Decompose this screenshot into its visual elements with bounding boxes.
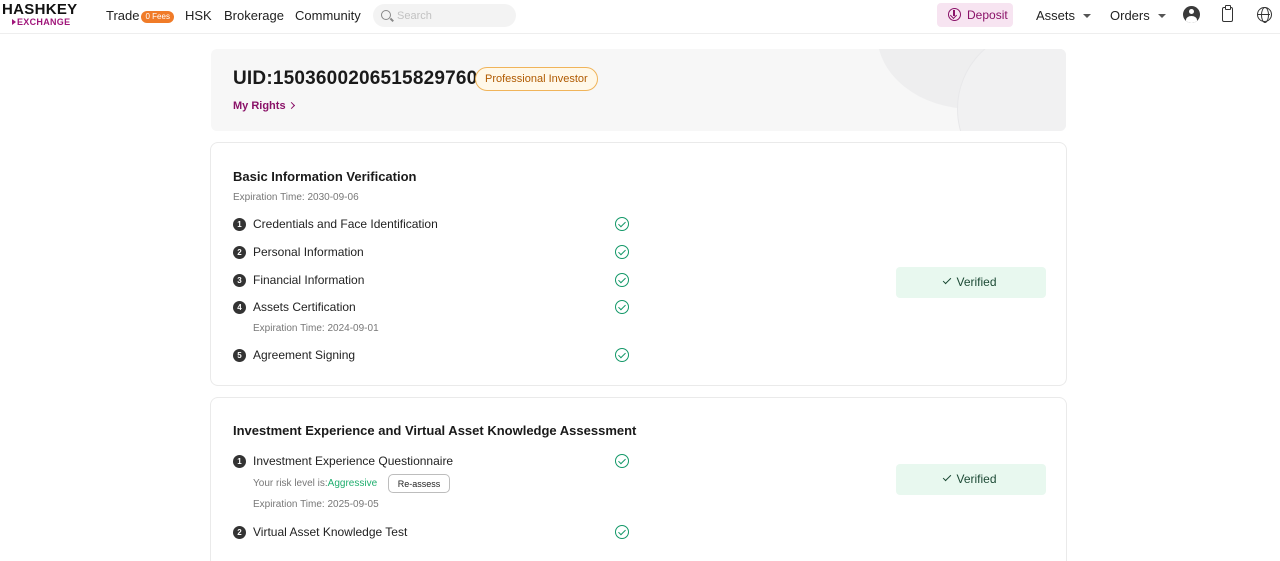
- nav-trade-label: Trade: [106, 8, 140, 23]
- check-circle-icon: [615, 217, 629, 231]
- step-label: Investment Experience Questionnaire: [253, 454, 454, 468]
- clipboard-icon[interactable]: [1222, 5, 1233, 22]
- verified-label: Verified: [956, 472, 997, 486]
- verified-status-badge: Verified: [896, 267, 1046, 298]
- step-label: Financial Information: [253, 273, 365, 287]
- nav-assets-dropdown[interactable]: Assets: [1036, 8, 1092, 24]
- nav-assets-label: Assets: [1036, 8, 1076, 23]
- verified-label: Verified: [956, 275, 997, 289]
- search-box[interactable]: [373, 4, 516, 27]
- step-number: 2: [233, 526, 246, 539]
- step-number: 1: [233, 218, 246, 231]
- expiration-time: Expiration Time: 2030-09-06: [233, 192, 359, 203]
- deposit-label: Deposit: [967, 8, 1008, 22]
- search-icon: [381, 10, 391, 20]
- decorative-circle: [957, 49, 1066, 131]
- step-number: 1: [233, 455, 246, 468]
- nav-community[interactable]: Community: [295, 8, 361, 24]
- reassess-button[interactable]: Re-assess: [388, 474, 450, 493]
- professional-investor-badge: Professional Investor: [475, 67, 598, 91]
- zero-fees-badge: 0 Fees: [141, 11, 174, 23]
- check-circle-icon: [615, 525, 629, 539]
- step-number: 4: [233, 301, 246, 314]
- logo-wordmark: HASHKEY: [2, 1, 78, 18]
- check-circle-icon: [615, 273, 629, 287]
- step-label: Personal Information: [253, 245, 364, 259]
- user-avatar-icon[interactable]: [1183, 6, 1200, 23]
- search-input[interactable]: [397, 7, 509, 24]
- top-navbar: HASHKEY EXCHANGE Trade 0 Fees HSK Brokera…: [0, 0, 1280, 34]
- nav-hsk[interactable]: HSK: [185, 8, 212, 24]
- step-label: Agreement Signing: [253, 348, 356, 362]
- deposit-button[interactable]: Deposit: [937, 3, 1013, 27]
- verified-status-badge: Verified: [896, 464, 1046, 495]
- deposit-icon: [948, 8, 961, 21]
- risk-level-prefix: Your risk level is:: [253, 478, 328, 489]
- account-header-card: UID:1503600206515829760 Professional Inv…: [211, 49, 1066, 131]
- chevron-down-icon: [1083, 14, 1092, 18]
- logo-subtitle: EXCHANGE: [12, 17, 82, 27]
- risk-level-value: Aggressive: [327, 478, 378, 489]
- step-label: Credentials and Face Identification: [253, 217, 438, 231]
- step-label: Assets Certification: [253, 300, 356, 314]
- nav-trade[interactable]: Trade 0 Fees: [106, 8, 174, 24]
- my-rights-link[interactable]: My Rights: [233, 100, 295, 112]
- check-circle-icon: [615, 348, 629, 362]
- nav-orders-label: Orders: [1110, 8, 1150, 23]
- check-icon: [943, 275, 952, 285]
- check-icon: [943, 472, 952, 482]
- nav-brokerage[interactable]: Brokerage: [224, 8, 284, 24]
- user-uid: UID:1503600206515829760: [233, 68, 478, 89]
- check-circle-icon: [615, 300, 629, 314]
- my-rights-label: My Rights: [233, 100, 286, 112]
- step-label: Virtual Asset Knowledge Test: [253, 525, 408, 539]
- check-circle-icon: [615, 454, 629, 468]
- nav-orders-dropdown[interactable]: Orders: [1110, 8, 1166, 24]
- step-expiration-time: Expiration Time: 2024-09-01: [253, 323, 379, 334]
- check-circle-icon: [615, 245, 629, 259]
- step-expiration-time: Expiration Time: 2025-09-05: [253, 499, 379, 510]
- globe-icon[interactable]: [1257, 7, 1272, 23]
- chevron-right-icon: [287, 101, 295, 110]
- step-number: 2: [233, 246, 246, 259]
- risk-level-text: Your risk level is:Aggressive: [253, 478, 377, 489]
- step-number: 3: [233, 274, 246, 287]
- hashkey-logo[interactable]: HASHKEY EXCHANGE: [2, 2, 82, 30]
- chevron-down-icon: [1157, 14, 1166, 18]
- basic-information-section: Basic Information Verification Expiratio…: [210, 142, 1067, 386]
- section-title: Basic Information Verification: [233, 169, 417, 184]
- investment-assessment-section: Investment Experience and Virtual Asset …: [210, 397, 1067, 561]
- section-title: Investment Experience and Virtual Asset …: [233, 423, 637, 438]
- step-number: 5: [233, 349, 246, 362]
